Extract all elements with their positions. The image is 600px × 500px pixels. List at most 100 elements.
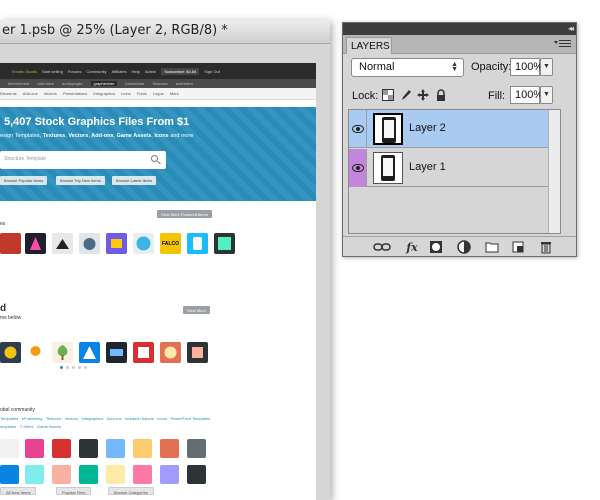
featured-thumb bbox=[214, 233, 235, 254]
item-thumb bbox=[79, 342, 100, 363]
item-thumb bbox=[187, 342, 208, 363]
fill-field[interactable]: 100% bbox=[510, 86, 543, 104]
carousel-dots bbox=[60, 366, 87, 369]
category-link: Infographics bbox=[93, 91, 116, 96]
site-topbar-link: Admin bbox=[144, 68, 157, 74]
grid-thumb bbox=[133, 439, 152, 458]
site-marketplace-bar: themeforest videohive audiojungle graphi… bbox=[0, 79, 316, 88]
featured-thumb bbox=[187, 233, 208, 254]
layer-row-layer-2[interactable]: Layer 2 bbox=[349, 110, 560, 148]
fx-icon[interactable]: fx bbox=[403, 240, 421, 254]
featured-thumb bbox=[52, 233, 73, 254]
featured-thumb bbox=[0, 233, 21, 254]
document-title-bar[interactable]: er 1.psb @ 25% (Layer 2, RGB/8) * bbox=[0, 20, 330, 44]
marketplace-tab: photodune bbox=[125, 81, 145, 86]
document-window: er 1.psb @ 25% (Layer 2, RGB/8) * Envato… bbox=[0, 20, 330, 500]
panel-header-strip[interactable]: ◂◂ bbox=[343, 23, 576, 35]
marketplace-tab: activeden bbox=[175, 81, 193, 86]
grid-thumb bbox=[187, 465, 206, 484]
blend-mode-select[interactable]: Normal ▲ ▼ bbox=[351, 58, 464, 77]
category-link: Logos bbox=[152, 91, 164, 96]
tab-layers[interactable]: LAYERS bbox=[346, 37, 392, 54]
hero-search-box: Structure Template bbox=[0, 151, 166, 169]
all-new-items-button: All New Items bbox=[0, 487, 37, 495]
site-account-balance: Sushantshi: $4.84 bbox=[161, 67, 200, 75]
collapse-icon[interactable]: ◂◂ bbox=[568, 24, 574, 33]
featured-thumb bbox=[133, 233, 154, 254]
category-link: Elements bbox=[0, 91, 17, 96]
visibility-toggle[interactable] bbox=[349, 110, 367, 148]
fill-dropdown[interactable]: ▼ bbox=[540, 86, 553, 104]
panel-menu-icon[interactable] bbox=[554, 40, 571, 49]
popular-files-button: Popular Files bbox=[56, 487, 92, 495]
adjustment-icon[interactable] bbox=[457, 240, 473, 254]
eye-icon bbox=[352, 125, 364, 133]
lock-label: Lock: bbox=[352, 90, 379, 102]
site-topbar-link: Forums bbox=[67, 68, 82, 74]
marketplace-tab: audiojungle bbox=[62, 81, 83, 86]
lock-transparent-pixels-icon[interactable] bbox=[382, 89, 394, 101]
browse-categories-button: Browse Categories bbox=[108, 487, 154, 495]
layers-scrollbar[interactable] bbox=[548, 110, 560, 233]
panel-footer: fx bbox=[343, 236, 576, 256]
view-featured-button: View More Featured Items bbox=[157, 210, 212, 218]
hero-browse-popular: Browse Popular Items bbox=[0, 176, 48, 185]
document-title: er 1.psb @ 25% (Layer 2, RGB/8) * bbox=[2, 23, 228, 38]
grid-thumb bbox=[0, 465, 19, 484]
mask-icon[interactable] bbox=[429, 240, 443, 254]
featured-thumb bbox=[106, 233, 127, 254]
layer-thumbnail bbox=[373, 152, 403, 184]
site-top-bar: Envato Studio Start selling Forums Commu… bbox=[0, 63, 316, 79]
grid-thumb bbox=[52, 465, 71, 484]
blend-mode-value: Normal bbox=[359, 61, 395, 73]
category-links-row: emplates · T-Shirts · Game Assets bbox=[0, 424, 61, 429]
folder-icon[interactable] bbox=[485, 240, 499, 254]
grid-thumb bbox=[133, 465, 152, 484]
artboard[interactable]: Envato Studio Start selling Forums Commu… bbox=[0, 63, 316, 500]
opacity-field[interactable]: 100% bbox=[510, 58, 543, 76]
section-heading: d bbox=[0, 303, 7, 314]
marketplace-tab: themeforest bbox=[8, 81, 30, 86]
marketplace-tab: videohive bbox=[37, 81, 55, 86]
grid-thumb bbox=[106, 439, 125, 458]
category-link: Icons bbox=[121, 91, 131, 96]
grid-thumb bbox=[52, 439, 71, 458]
opacity-label: Opacity: bbox=[471, 61, 512, 73]
layers-panel: ◂◂ LAYERS Normal ▲ ▼ Opacity: 100% ▼ Lock… bbox=[342, 22, 577, 257]
hero-browse-latest: Browse Latest Items bbox=[112, 176, 157, 185]
grid-thumb bbox=[25, 439, 44, 458]
visibility-toggle[interactable] bbox=[349, 149, 367, 187]
site-topbar-link: Community bbox=[86, 68, 107, 74]
canvas-area[interactable]: Envato Studio Start selling Forums Commu… bbox=[0, 44, 330, 500]
opacity-dropdown[interactable]: ▼ bbox=[540, 58, 553, 76]
grid-thumb bbox=[25, 465, 44, 484]
trash-icon[interactable] bbox=[539, 240, 553, 254]
hero-search-placeholder: Structure Template bbox=[4, 156, 46, 162]
featured-thumb bbox=[79, 233, 100, 254]
item-thumb bbox=[25, 342, 46, 363]
category-links-row: Templates · ePublishing · Textures · Vec… bbox=[0, 416, 211, 421]
grid-thumb bbox=[160, 439, 179, 458]
item-thumb bbox=[133, 342, 154, 363]
link-icon[interactable] bbox=[373, 240, 391, 254]
lock-image-pixels-icon[interactable] bbox=[400, 89, 412, 101]
marketplace-tab: 3docean bbox=[152, 81, 168, 86]
category-link: Vectors bbox=[43, 91, 57, 96]
community-label: obal community bbox=[0, 407, 36, 413]
new-layer-icon[interactable] bbox=[511, 240, 525, 254]
grid-thumb bbox=[0, 439, 19, 458]
updown-arrows-icon: ▲ ▼ bbox=[451, 61, 458, 73]
layer-thumbnail bbox=[373, 113, 403, 145]
hero-title: 5,407 Stock Graphics Files From $1 bbox=[4, 116, 190, 128]
marketplace-tab-active: graphicriver bbox=[90, 81, 118, 86]
site-hero: 5,407 Stock Graphics Files From $1 esign… bbox=[0, 107, 316, 201]
layer-row-layer-1[interactable]: Layer 1 bbox=[349, 149, 560, 187]
grid-thumb bbox=[79, 439, 98, 458]
section-subtitle: ms below bbox=[0, 315, 22, 321]
search-icon bbox=[151, 155, 158, 162]
lock-all-icon[interactable] bbox=[435, 89, 447, 101]
site-topbar-link: Affiliates bbox=[111, 68, 127, 74]
lock-position-icon[interactable] bbox=[417, 89, 429, 101]
item-thumb bbox=[0, 342, 21, 363]
grid-thumb bbox=[187, 439, 206, 458]
